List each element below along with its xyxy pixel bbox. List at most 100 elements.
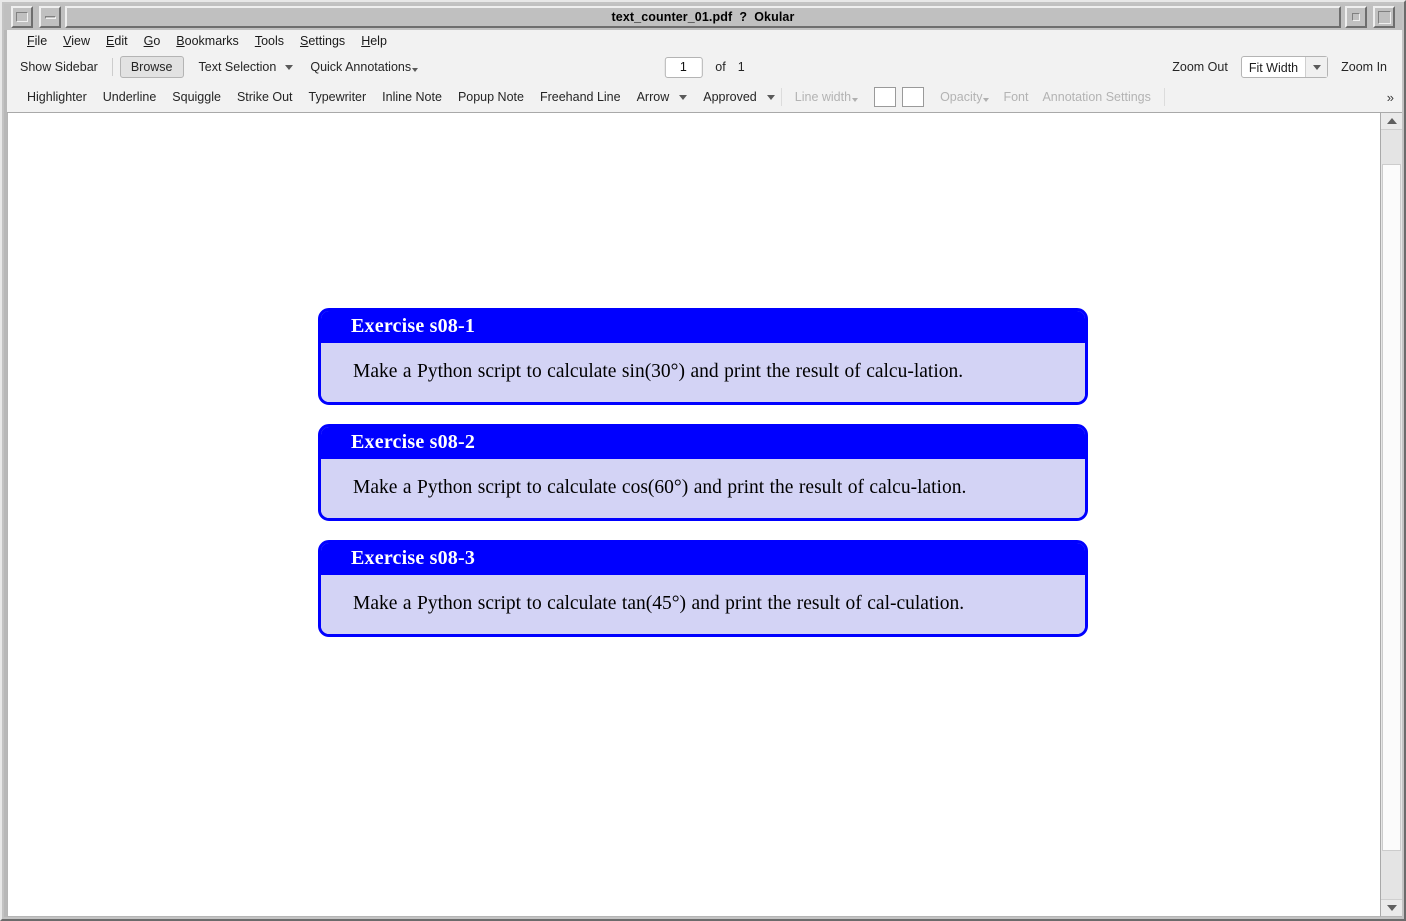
scrollbar-track-above[interactable] <box>1381 130 1402 164</box>
zoom-in-button[interactable]: Zoom In <box>1334 57 1394 77</box>
window-title: text_counter_01.pdf ? Okular <box>611 10 795 24</box>
show-sidebar-button[interactable]: Show Sidebar <box>13 57 105 77</box>
exercise-box-2-header: Exercise s08-2 <box>321 427 1085 459</box>
line-width-chevron-down-icon <box>852 98 859 102</box>
window-menu-button[interactable] <box>11 6 33 28</box>
quick-annotations-label: Quick Annotations <box>310 60 412 74</box>
maximize-icon <box>1377 10 1391 24</box>
exercise-box-2-title: Exercise s08-2 <box>351 431 476 453</box>
menu-help[interactable]: Help <box>353 33 395 49</box>
arrow-chevron-down-icon[interactable] <box>679 94 688 100</box>
exercise-box-3: Exercise s08-3 Make a Python script to c… <box>318 540 1088 637</box>
menu-tools[interactable]: Tools <box>247 33 292 49</box>
chevron-down-icon <box>1386 905 1397 911</box>
exercise-box-1-text: Make a Python script to calculate sin(30… <box>353 361 964 382</box>
titlebar: text_counter_01.pdf ? Okular <box>4 4 1402 30</box>
menu-go-accel: G <box>143 34 154 48</box>
zoom-level-chevron-down-icon[interactable] <box>1305 57 1328 77</box>
menu-bookmarks[interactable]: Bookmarks <box>168 33 247 49</box>
vertical-scrollbar[interactable] <box>1380 113 1402 917</box>
minimize-icon <box>44 15 56 19</box>
menu-edit[interactable]: Edit <box>98 33 136 49</box>
maximize-button[interactable] <box>1373 6 1395 28</box>
menu-view-label: iew <box>71 34 91 48</box>
text-selection-button[interactable]: Text Selection <box>192 57 284 77</box>
menu-edit-label: dit <box>114 34 128 48</box>
annotation-settings-control: Annotation Settings <box>1042 90 1151 104</box>
window-menu-icon <box>16 12 28 22</box>
menu-bookmarks-accel: B <box>176 34 185 48</box>
approved-chevron-down-icon[interactable] <box>766 94 775 100</box>
zoom-level-value: Fit Width <box>1248 61 1299 75</box>
tool-highlighter[interactable]: Highlighter <box>19 87 95 107</box>
pdf-page-1: Exercise s08-1 Make a Python script to c… <box>8 113 1380 916</box>
quick-annotations-button[interactable]: Quick Annotations <box>303 57 425 77</box>
annotation-toolbar-separator-2 <box>1163 88 1165 106</box>
opacity-label: Opacity <box>940 90 983 104</box>
restore-icon <box>1352 13 1360 21</box>
tool-popup-note[interactable]: Popup Note <box>450 87 532 107</box>
exercise-box-1-body: Make a Python script to calculate sin(30… <box>321 343 1085 402</box>
titlebar-drag-strip[interactable]: text_counter_01.pdf ? Okular <box>65 6 1341 28</box>
tool-arrow[interactable]: Arrow <box>629 87 678 107</box>
annotation-toolbar-separator-1 <box>780 88 782 106</box>
menu-tools-label: ools <box>261 34 284 48</box>
scroll-up-button[interactable] <box>1381 113 1402 130</box>
scrollbar-track[interactable] <box>1381 130 1402 899</box>
font-control: Font <box>1003 90 1029 104</box>
exercise-box-2-body: Make a Python script to calculate cos(60… <box>321 459 1085 518</box>
main-toolbar: Show Sidebar Browse Text Selection Quick… <box>7 52 1402 82</box>
zoom-controls: Zoom Out Fit Width Zoom In <box>1165 56 1402 78</box>
text-selection-label: Text Selection <box>198 60 277 74</box>
menubar: File View Edit Go Bookmarks Tools Settin… <box>7 30 1402 52</box>
exercise-box-1-title: Exercise s08-1 <box>351 315 476 337</box>
menu-help-accel: H <box>361 34 371 48</box>
menu-view[interactable]: View <box>55 33 98 49</box>
tool-freehand-line[interactable]: Freehand Line <box>532 87 629 107</box>
annotation-toolbar: Highlighter Underline Squiggle Strike Ou… <box>7 82 1402 112</box>
minimize-button[interactable] <box>39 6 61 28</box>
page-total-label: 1 <box>737 60 745 74</box>
menu-file[interactable]: File <box>19 33 55 49</box>
exercise-box-3-header: Exercise s08-3 <box>321 543 1085 575</box>
tool-inline-note[interactable]: Inline Note <box>374 87 450 107</box>
document-area: Exercise s08-1 Make a Python script to c… <box>7 112 1402 917</box>
tool-strike-out[interactable]: Strike Out <box>229 87 301 107</box>
exercise-box-1: Exercise s08-1 Make a Python script to c… <box>318 308 1088 405</box>
annotation-color-swatch-2[interactable] <box>902 87 925 107</box>
page-number-input[interactable] <box>664 56 703 78</box>
page-navigation: of 1 <box>664 56 745 78</box>
menu-settings[interactable]: Settings <box>292 33 353 49</box>
restore-button[interactable] <box>1345 6 1367 28</box>
exercise-box-3-title: Exercise s08-3 <box>351 547 476 569</box>
toolbar-separator-1 <box>111 58 113 76</box>
text-selection-chevron-down-icon[interactable] <box>285 64 294 70</box>
menu-file-label: ile <box>34 34 48 48</box>
zoom-out-button[interactable]: Zoom Out <box>1165 57 1235 77</box>
tool-squiggle[interactable]: Squiggle <box>164 87 229 107</box>
exercise-list: Exercise s08-1 Make a Python script to c… <box>318 308 1088 656</box>
exercise-box-2-text: Make a Python script to calculate cos(60… <box>353 477 967 498</box>
scroll-down-button[interactable] <box>1381 899 1402 916</box>
line-width-label: Line width <box>794 90 852 104</box>
menu-settings-label: ettings <box>308 34 346 48</box>
opacity-chevron-down-icon <box>983 98 990 102</box>
menu-go-label: o <box>153 34 161 48</box>
page-of-label: of <box>715 60 726 74</box>
toolbar-overflow-button[interactable]: » <box>1387 90 1402 105</box>
tool-underline[interactable]: Underline <box>95 87 165 107</box>
scrollbar-thumb[interactable] <box>1382 164 1401 851</box>
menu-go[interactable]: Go <box>136 33 169 49</box>
browse-mode-button[interactable]: Browse <box>119 56 184 78</box>
line-width-control: Line width <box>788 87 865 107</box>
annotation-color-swatch-1[interactable] <box>874 87 897 107</box>
exercise-box-3-text: Make a Python script to calculate tan(45… <box>353 593 965 614</box>
exercise-box-1-header: Exercise s08-1 <box>321 311 1085 343</box>
document-view[interactable]: Exercise s08-1 Make a Python script to c… <box>7 113 1380 917</box>
exercise-box-2: Exercise s08-2 Make a Python script to c… <box>318 424 1088 521</box>
exercise-box-3-body: Make a Python script to calculate tan(45… <box>321 575 1085 634</box>
tool-typewriter[interactable]: Typewriter <box>301 87 375 107</box>
scrollbar-track-below[interactable] <box>1381 851 1402 899</box>
tool-approved-stamp[interactable]: Approved <box>695 87 765 107</box>
zoom-level-combobox[interactable]: Fit Width <box>1240 56 1329 78</box>
